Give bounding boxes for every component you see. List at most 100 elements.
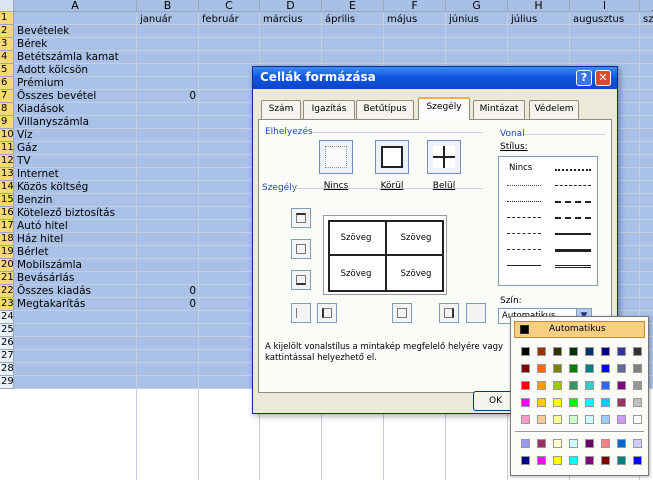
- color-swatch[interactable]: [633, 439, 642, 448]
- label-cell[interactable]: Autó hitel: [17, 220, 68, 233]
- row-header-26[interactable]: 26: [0, 337, 14, 350]
- color-swatch[interactable]: [537, 347, 546, 356]
- value-cell[interactable]: 0: [174, 298, 196, 311]
- tab-6[interactable]: Védelem: [529, 100, 579, 119]
- tab-5[interactable]: Mintázat: [473, 100, 525, 119]
- column-header-e[interactable]: E: [322, 0, 384, 12]
- label-cell[interactable]: Bérlet: [17, 246, 48, 259]
- preset-outline-button[interactable]: [375, 140, 409, 174]
- label-cell[interactable]: Bevásárlás: [17, 272, 74, 285]
- tab-1[interactable]: Szám: [261, 100, 301, 119]
- color-swatch[interactable]: [601, 364, 610, 373]
- label-cell[interactable]: Bevételek: [17, 25, 69, 38]
- row-header-14[interactable]: 14: [0, 181, 14, 194]
- color-swatch[interactable]: [537, 439, 546, 448]
- close-button[interactable]: ✕: [595, 70, 611, 86]
- color-swatch[interactable]: [633, 347, 642, 356]
- month-header-cell[interactable]: április: [325, 13, 383, 26]
- border-top-button[interactable]: [291, 208, 311, 228]
- color-swatch[interactable]: [617, 347, 626, 356]
- color-swatch[interactable]: [585, 347, 594, 356]
- color-swatch[interactable]: [585, 415, 594, 424]
- label-cell[interactable]: Kiadások: [17, 103, 64, 116]
- tab-4[interactable]: Szegély: [418, 97, 470, 120]
- column-header-b[interactable]: B: [137, 0, 199, 12]
- month-header-cell[interactable]: augusztus: [573, 13, 639, 26]
- color-swatch[interactable]: [537, 398, 546, 407]
- color-swatch[interactable]: [521, 398, 530, 407]
- dialog-titlebar[interactable]: Cellák formázása ? ✕: [253, 67, 617, 89]
- label-cell[interactable]: Kötelező biztosítás: [17, 207, 115, 220]
- border-right-button[interactable]: [439, 303, 459, 323]
- value-cell[interactable]: 0: [174, 90, 196, 103]
- border-preview[interactable]: Szöveg Szöveg Szöveg Szöveg: [323, 215, 447, 295]
- month-header-cell[interactable]: március: [263, 13, 321, 26]
- color-swatch[interactable]: [569, 398, 578, 407]
- color-swatch[interactable]: [585, 398, 594, 407]
- color-swatch[interactable]: [521, 381, 530, 390]
- color-swatch[interactable]: [617, 364, 626, 373]
- label-cell[interactable]: Víz: [17, 129, 33, 142]
- line-style-hair[interactable]: [507, 185, 541, 186]
- month-header-cell[interactable]: június: [449, 13, 507, 26]
- row-header-21[interactable]: 21: [0, 272, 14, 285]
- help-button[interactable]: ?: [576, 70, 592, 86]
- row-header-1[interactable]: 1: [0, 12, 14, 25]
- line-style-dashed-medium[interactable]: [555, 201, 591, 203]
- color-swatch[interactable]: [601, 347, 610, 356]
- column-header-f[interactable]: F: [384, 0, 446, 12]
- color-swatch[interactable]: [585, 439, 594, 448]
- line-style-thick[interactable]: [555, 249, 591, 252]
- color-swatch[interactable]: [521, 415, 530, 424]
- color-swatch[interactable]: [601, 398, 610, 407]
- column-header-a[interactable]: A: [14, 0, 137, 12]
- color-swatch[interactable]: [633, 364, 642, 373]
- border-diagonal-up-button[interactable]: [291, 303, 311, 323]
- line-style-thin[interactable]: [507, 265, 541, 266]
- label-cell[interactable]: Betétszámla kamat: [17, 51, 119, 64]
- row-header-20[interactable]: 20: [0, 259, 14, 272]
- row-header-17[interactable]: 17: [0, 220, 14, 233]
- tab-2[interactable]: Igazítás: [303, 100, 355, 119]
- row-header-16[interactable]: 16: [0, 207, 14, 220]
- row-header-28[interactable]: 28: [0, 363, 14, 376]
- color-swatch[interactable]: [601, 381, 610, 390]
- label-cell[interactable]: Összes bevétel: [17, 90, 96, 103]
- label-cell[interactable]: Adott kölcsön: [17, 64, 88, 77]
- month-header-cell[interactable]: szeptr: [643, 13, 653, 26]
- line-style-double[interactable]: [555, 265, 591, 268]
- color-swatch[interactable]: [553, 439, 562, 448]
- row-header-23[interactable]: 23: [0, 298, 14, 311]
- row-header-13[interactable]: 13: [0, 168, 14, 181]
- color-swatch[interactable]: [569, 364, 578, 373]
- select-all-corner[interactable]: [0, 0, 14, 12]
- row-header-5[interactable]: 5: [0, 64, 14, 77]
- row-header-12[interactable]: 12: [0, 155, 14, 168]
- border-bottom-button[interactable]: [291, 270, 311, 290]
- color-swatch[interactable]: [521, 364, 530, 373]
- line-style-dotted-thick[interactable]: [555, 169, 591, 171]
- row-header-25[interactable]: 25: [0, 324, 14, 337]
- label-cell[interactable]: Gáz: [17, 142, 37, 155]
- label-cell[interactable]: Közös költség: [17, 181, 88, 194]
- color-swatch[interactable]: [553, 415, 562, 424]
- color-swatch[interactable]: [553, 398, 562, 407]
- row-header-11[interactable]: 11: [0, 142, 14, 155]
- color-swatch[interactable]: [633, 456, 642, 465]
- row-header-6[interactable]: 6: [0, 77, 14, 90]
- color-swatch[interactable]: [617, 439, 626, 448]
- row-header-19[interactable]: 19: [0, 246, 14, 259]
- color-swatch[interactable]: [633, 398, 642, 407]
- color-swatch[interactable]: [585, 456, 594, 465]
- label-cell[interactable]: Prémium: [17, 77, 64, 90]
- color-swatch[interactable]: [617, 456, 626, 465]
- column-header-d[interactable]: D: [260, 0, 322, 12]
- row-header-2[interactable]: 2: [0, 25, 14, 38]
- label-cell[interactable]: Mobilszámla: [17, 259, 82, 272]
- color-swatch[interactable]: [553, 381, 562, 390]
- color-swatch[interactable]: [617, 398, 626, 407]
- label-cell[interactable]: Megtakarítás: [17, 298, 85, 311]
- color-swatch[interactable]: [617, 415, 626, 424]
- color-swatch[interactable]: [569, 439, 578, 448]
- row-header-15[interactable]: 15: [0, 194, 14, 207]
